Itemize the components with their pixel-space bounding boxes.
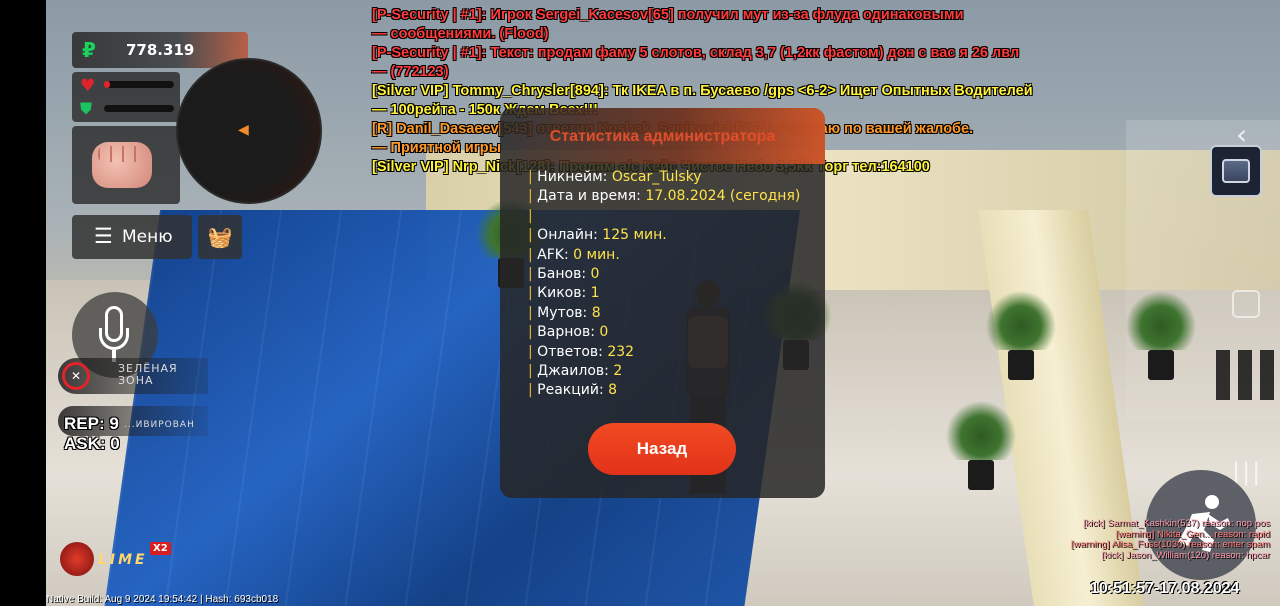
shop-button[interactable]: 🧺: [198, 215, 242, 259]
stat-label: Варнов:: [537, 324, 600, 341]
row-marker: |: [528, 227, 538, 244]
row-marker: |: [528, 363, 538, 380]
screen-bezel: [0, 0, 46, 606]
stat-label: Ответов:: [537, 343, 608, 360]
row-marker: |: [528, 266, 538, 283]
minimap[interactable]: ◀: [176, 58, 322, 204]
plant: [1126, 290, 1196, 380]
kick-feed-line: [warning] Alisa_Fuss(1030) reason: enter…: [1070, 539, 1270, 550]
row-marker: |: [528, 188, 538, 205]
server-logo: LIME X2: [60, 542, 180, 578]
player-arrow-icon: ◀: [238, 122, 249, 138]
stat-value: 2: [613, 363, 623, 380]
row-marker: |: [528, 207, 533, 224]
microphone-icon: [99, 306, 129, 364]
stat-row: | Реакций: 8: [528, 381, 800, 400]
stats-list: | Никнейм: Oscar_Tulsky | Дата и время: 1…: [528, 168, 800, 401]
stat-label: Дата и время:: [537, 188, 646, 205]
health-armor-panel: ♥ ⛊: [72, 72, 180, 122]
stat-row: | Никнейм: Oscar_Tulsky: [528, 168, 800, 187]
stat-row: | Джаилов: 2: [528, 362, 800, 381]
stat-value: 125 мин.: [602, 227, 667, 244]
stat-value: 17.08.2024 (сегодня): [645, 188, 801, 205]
plant: [986, 290, 1056, 380]
stat-row: | Онлайн: 125 мин.: [528, 226, 800, 245]
heart-icon: ♥: [80, 76, 96, 96]
stat-label: Банов:: [537, 266, 591, 283]
rep-counter: REP: 9: [64, 414, 119, 433]
armor-bar: [104, 105, 174, 112]
admin-stats-dialog: Статистика администратора | Никнейм: Osc…: [500, 108, 825, 498]
chest-icon: [1222, 159, 1250, 183]
row-marker: |: [528, 343, 538, 360]
stat-label: Реакций:: [537, 382, 609, 399]
stat-row: | Ответов: 232: [528, 343, 800, 362]
stat-row: | Банов: 0: [528, 265, 800, 284]
inventory-button[interactable]: [1210, 145, 1262, 197]
no-weapon-icon: ✕: [62, 362, 90, 390]
back-button[interactable]: Назад: [588, 423, 736, 475]
stat-row: | AFK: 0 мин.: [528, 246, 800, 265]
money-value: 778.319: [126, 41, 195, 59]
stat-label: AFK:: [537, 246, 574, 263]
chat-line: — сообщениями. (Flood): [372, 26, 549, 42]
square-button[interactable]: [1232, 290, 1260, 318]
zone-label: ЗЕЛЁНАЯ ЗОНА: [118, 362, 178, 387]
lion-logo-icon: [60, 542, 94, 576]
stat-label: Киков:: [537, 285, 591, 302]
ruble-icon: ₽: [82, 38, 96, 62]
stat-label: Никнейм:: [537, 169, 612, 185]
chat-line: — (772123): [372, 64, 449, 80]
stat-value: 232: [607, 343, 635, 360]
kick-feed: [kick] Sarmat_Kashkin(537) reason: nop p…: [1040, 518, 1270, 561]
stat-row: |: [528, 207, 800, 226]
row-marker: |: [528, 285, 538, 302]
clock: 10:51:57-17.08.2024: [1090, 580, 1240, 597]
chat-line: [P-Security | #1]: Текст: продам фаму 5 …: [372, 45, 1020, 61]
status-label: ...ИВИРОВАН: [124, 420, 195, 430]
rep-ask-counter: REP: 9 ASK: 0: [64, 414, 120, 454]
chairs: [1216, 350, 1280, 400]
fist-icon: [92, 142, 152, 188]
stat-value: 0 мин.: [573, 246, 620, 263]
stat-label: Джаилов:: [537, 363, 614, 380]
stat-value: 8: [591, 304, 601, 321]
stat-label: Онлайн:: [537, 227, 603, 244]
row-marker: |: [528, 382, 538, 399]
dialog-title: Статистика администратора: [549, 128, 776, 145]
hamburger-icon: ☰: [94, 224, 113, 248]
row-marker: |: [528, 169, 538, 185]
kick-feed-line: [kick] Jason_William(120) reason: hpcar: [1101, 549, 1270, 561]
menu-button[interactable]: ☰ Меню: [72, 215, 192, 259]
stat-value: 0: [590, 266, 600, 283]
build-info: Native Build: Aug 9 2024 19:54:42 | Hash…: [46, 594, 279, 605]
basket-icon: 🧺: [207, 225, 233, 249]
stat-value: 1: [590, 285, 600, 302]
shield-icon: ⛊: [80, 99, 93, 118]
stat-label: Мутов:: [537, 304, 592, 321]
ask-counter: ASK: 0: [64, 434, 120, 453]
plant: [946, 400, 1016, 490]
stat-row: | Мутов: 8: [528, 304, 800, 323]
kick-feed-line: [kick] Sarmat_Kashkin(537) reason: nop p…: [1083, 518, 1270, 529]
green-zone-indicator: ✕ ЗЕЛЁНАЯ ЗОНА: [58, 358, 208, 394]
logo-text: LIME: [98, 552, 148, 568]
stat-value: 0: [599, 324, 609, 341]
bars-icon[interactable]: |||: [1232, 458, 1262, 486]
stat-value: 8: [608, 382, 618, 399]
row-marker: |: [528, 324, 538, 341]
logo-badge: X2: [150, 542, 171, 555]
stat-row: | Киков: 1: [528, 284, 800, 303]
stat-row: | Варнов: 0: [528, 323, 800, 342]
chat-line: [P-Security | #1]: Игрок Sergei_Kacesov[…: [372, 7, 964, 23]
stat-row: | Дата и время: 17.08.2024 (сегодня): [528, 187, 800, 206]
weapon-slot[interactable]: [72, 126, 180, 204]
row-marker: |: [528, 246, 538, 263]
menu-label: Меню: [122, 227, 173, 247]
chat-line: [Silver VIP] Tommy_Chrysler[894]: Тк IKE…: [372, 83, 1033, 99]
row-marker: |: [528, 304, 538, 321]
health-bar: [104, 81, 174, 88]
stat-value: Oscar_Tulsky: [611, 169, 702, 185]
